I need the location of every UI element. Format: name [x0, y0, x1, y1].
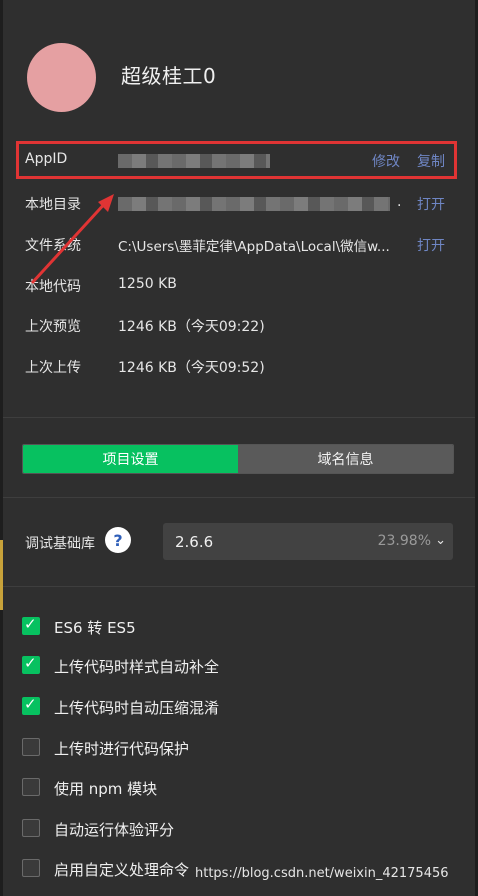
usage-percent: 23.98%: [377, 533, 431, 549]
local-directory-ellipsis: .: [397, 194, 402, 210]
watermark-text: https://blog.csdn.net/weixin_42175456: [195, 866, 449, 881]
avatar[interactable]: [27, 43, 96, 112]
selected-version: 2.6.6: [175, 533, 214, 551]
section-divider: [3, 497, 475, 498]
checkbox-checked[interactable]: ✓: [22, 654, 40, 674]
annotation-arrow-icon: [30, 194, 114, 285]
checkbox-checked[interactable]: ✓: [22, 615, 40, 635]
username: 超级桂工0: [121, 64, 217, 88]
tab-project-settings[interactable]: 项目设置: [23, 445, 238, 473]
check-icon: ✓: [24, 615, 37, 633]
help-icon[interactable]: ?: [105, 527, 131, 553]
checkbox-unchecked[interactable]: [22, 738, 40, 756]
option-label: 使用 npm 模块: [54, 780, 158, 798]
last-upload-label: 上次上传: [25, 360, 81, 376]
settings-tabs: 项目设置 域名信息: [22, 444, 454, 474]
checkbox-unchecked[interactable]: [22, 819, 40, 837]
local-code-size: 1250 KB: [118, 276, 177, 292]
last-preview-value: 1246 KB（今天09:22): [118, 319, 265, 335]
option-label: 上传时进行代码保护: [54, 740, 190, 758]
open-file-system-link[interactable]: 打开: [417, 235, 445, 255]
section-divider: [3, 417, 475, 418]
check-icon: ✓: [24, 695, 37, 713]
last-preview-row: 上次预览 1246 KB（今天09:22): [25, 313, 450, 337]
last-upload-row: 上次上传 1246 KB（今天09:52): [25, 354, 450, 378]
file-system-path: C:\Users\墨菲定律\AppData\Local\微信w...: [118, 239, 390, 255]
tab-domain-info[interactable]: 域名信息: [238, 445, 453, 473]
check-icon: ✓: [24, 654, 37, 672]
open-local-directory-link[interactable]: 打开: [417, 194, 445, 214]
chevron-down-icon: ⌄: [435, 533, 446, 548]
debug-library-select[interactable]: 2.6.6 23.98% ⌄: [163, 523, 453, 560]
option-label: 自动运行体验评分: [54, 821, 175, 839]
last-preview-label: 上次预览: [25, 319, 81, 335]
annotation-highlight-box: [16, 141, 457, 179]
checkbox-unchecked[interactable]: [22, 778, 40, 796]
debug-library-label: 调试基础库: [25, 536, 95, 552]
checkbox-unchecked[interactable]: [22, 859, 40, 877]
option-label: 启用自定义处理命令: [54, 861, 190, 879]
last-upload-value: 1246 KB（今天09:52): [118, 360, 265, 376]
option-label: 上传代码时自动压缩混淆: [54, 699, 220, 717]
option-label: 上传代码时样式自动补全: [54, 658, 220, 676]
checkbox-checked[interactable]: ✓: [22, 695, 40, 715]
option-label: ES6 转 ES5: [54, 619, 136, 637]
local-directory-redacted-value: [118, 197, 390, 211]
section-divider: [3, 586, 475, 587]
